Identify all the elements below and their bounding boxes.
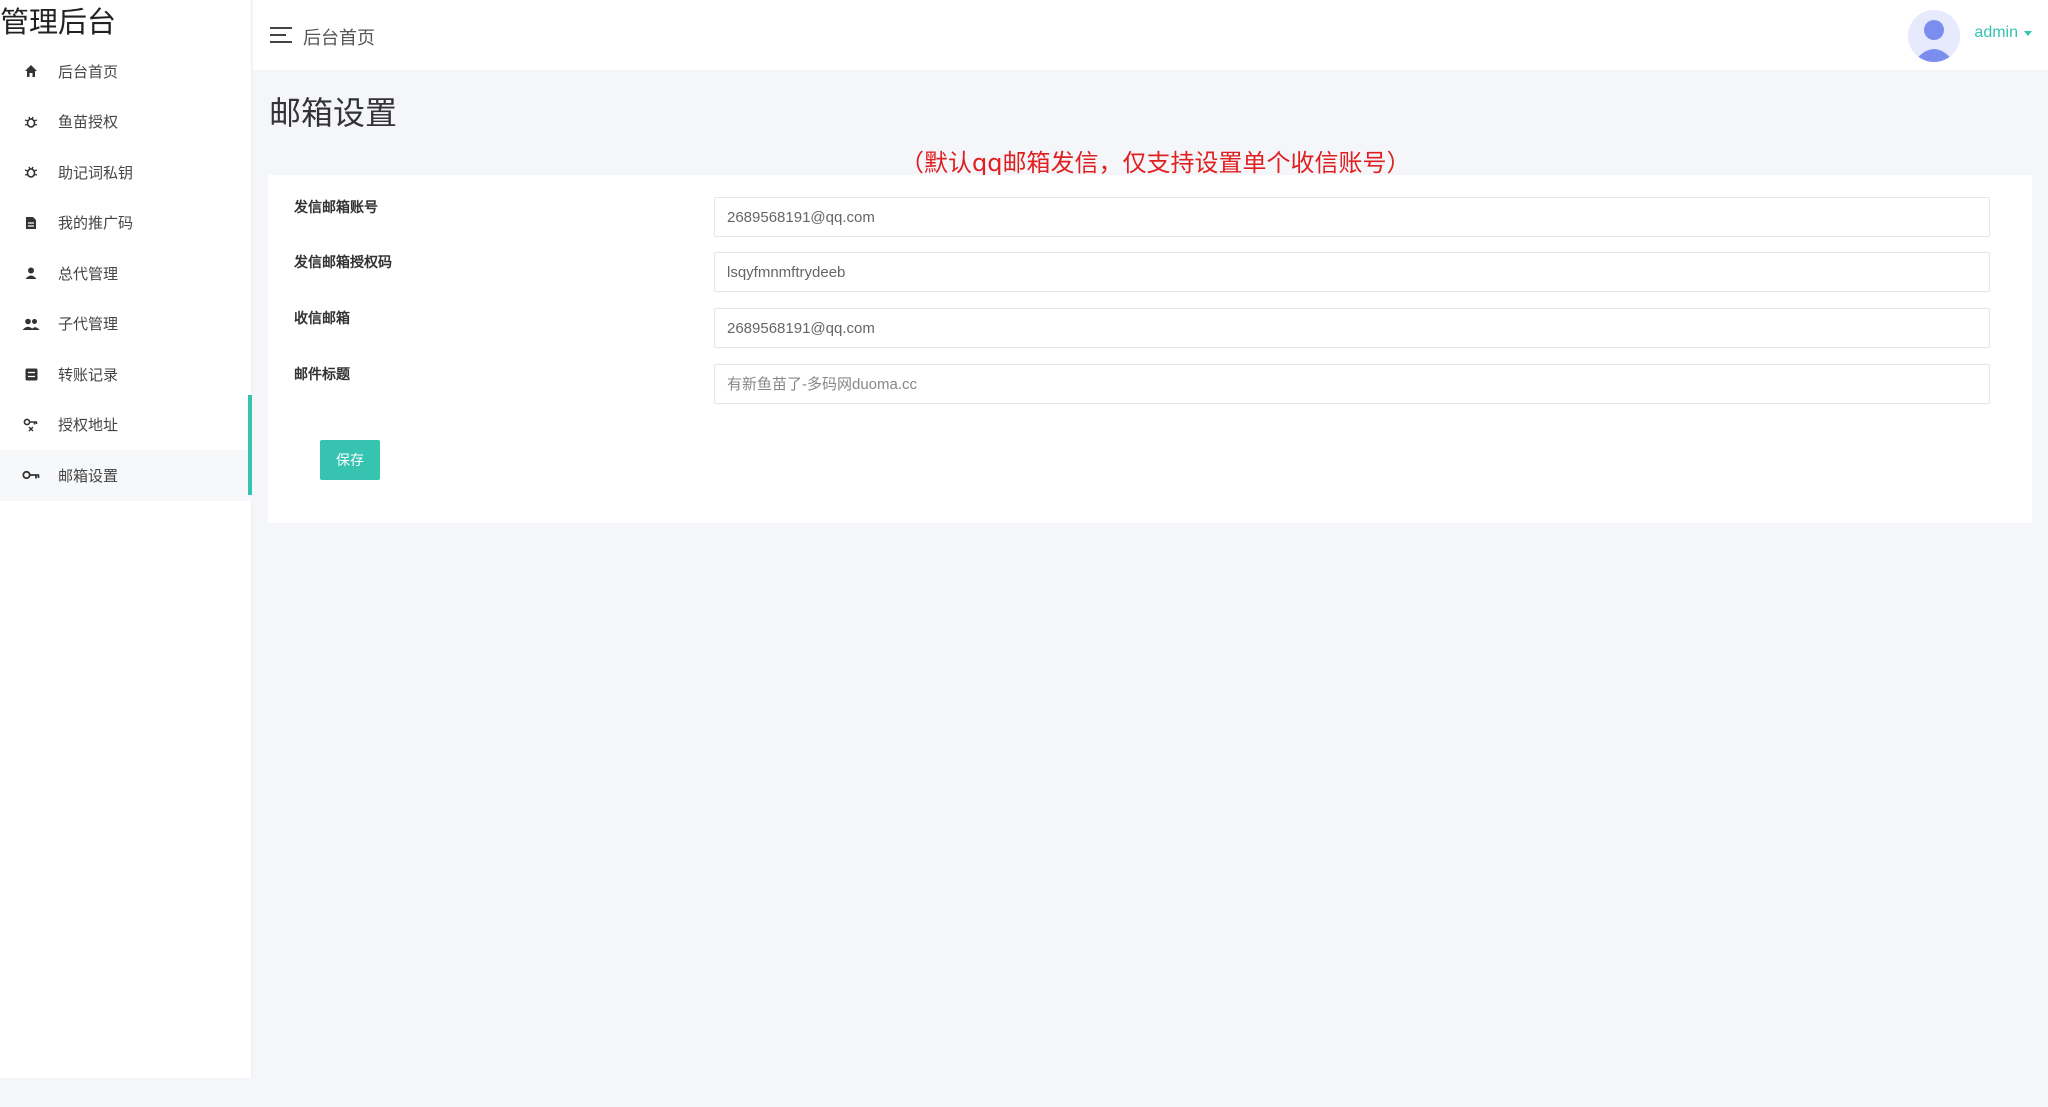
bug-icon bbox=[22, 113, 40, 131]
sidebar-menu: 后台首页 鱼苗授权 助记词私钥 我的推广码 总代管理 子代管理 转账记录 授权地… bbox=[0, 46, 252, 501]
sidebar-item-transfer-records[interactable]: 转账记录 bbox=[0, 349, 252, 400]
user-icon bbox=[22, 264, 40, 282]
sender-auth-code-input[interactable] bbox=[714, 252, 1990, 292]
sidebar-item-label: 我的推广码 bbox=[58, 214, 134, 233]
bug-icon bbox=[22, 163, 40, 181]
home-icon bbox=[22, 62, 40, 80]
users-icon bbox=[22, 315, 40, 333]
sidebar-item-label: 总代管理 bbox=[58, 264, 119, 283]
notice-text: （默认qq邮箱发信，仅支持设置单个收信账号） bbox=[900, 149, 1411, 177]
topbar: 后台首页 admin bbox=[253, 0, 2048, 70]
page-title: 邮箱设置 bbox=[269, 94, 398, 132]
user-menu[interactable]: admin bbox=[1974, 24, 2032, 42]
active-indicator bbox=[248, 395, 252, 495]
menu-toggle-icon[interactable] bbox=[270, 27, 292, 43]
sidebar-item-label: 后台首页 bbox=[58, 62, 119, 81]
brand-title: 管理后台 bbox=[0, 5, 117, 39]
save-button[interactable]: 保存 bbox=[320, 440, 380, 480]
subject-label: 邮件标题 bbox=[294, 367, 350, 383]
sidebar-item-label: 授权地址 bbox=[58, 416, 119, 435]
sidebar-item-mnemonic[interactable]: 助记词私钥 bbox=[0, 147, 252, 198]
breadcrumb[interactable]: 后台首页 bbox=[303, 24, 375, 50]
sidebar-item-promo-code[interactable]: 我的推广码 bbox=[0, 198, 252, 249]
sidebar-item-label: 助记词私钥 bbox=[58, 163, 134, 182]
sender-account-input[interactable] bbox=[714, 197, 1990, 237]
sidebar-item-label: 子代管理 bbox=[58, 315, 119, 334]
sidebar-item-label: 鱼苗授权 bbox=[58, 113, 119, 132]
sidebar-item-general-agent[interactable]: 总代管理 bbox=[0, 248, 252, 299]
document-icon bbox=[22, 214, 40, 232]
recipient-input[interactable] bbox=[714, 308, 1990, 348]
sender-auth-code-label: 发信邮箱授权码 bbox=[294, 255, 392, 271]
key-icon bbox=[22, 466, 40, 484]
sidebar-item-fish-auth[interactable]: 鱼苗授权 bbox=[0, 97, 252, 148]
sidebar-item-auth-address[interactable]: 授权地址 bbox=[0, 400, 252, 451]
sidebar-item-label: 转账记录 bbox=[58, 365, 119, 384]
avatar[interactable] bbox=[1908, 10, 1960, 62]
sidebar-item-sub-agent[interactable]: 子代管理 bbox=[0, 299, 252, 350]
user-name: admin bbox=[1974, 24, 2018, 41]
key-address-icon bbox=[22, 416, 40, 434]
caret-down-icon bbox=[2024, 30, 2032, 36]
list-icon bbox=[22, 365, 40, 383]
sidebar: 管理后台 后台首页 鱼苗授权 助记词私钥 我的推广码 总代管理 子代管理 转账记… bbox=[0, 0, 252, 1078]
sidebar-item-home[interactable]: 后台首页 bbox=[0, 46, 252, 97]
sidebar-item-label: 邮箱设置 bbox=[58, 466, 119, 485]
sidebar-item-email-settings[interactable]: 邮箱设置 bbox=[0, 450, 252, 501]
email-settings-form: 发信邮箱账号 发信邮箱授权码 收信邮箱 邮件标题 保存 bbox=[268, 175, 2032, 523]
recipient-label: 收信邮箱 bbox=[294, 311, 350, 327]
sender-account-label: 发信邮箱账号 bbox=[294, 200, 378, 216]
subject-input[interactable] bbox=[714, 364, 1990, 404]
